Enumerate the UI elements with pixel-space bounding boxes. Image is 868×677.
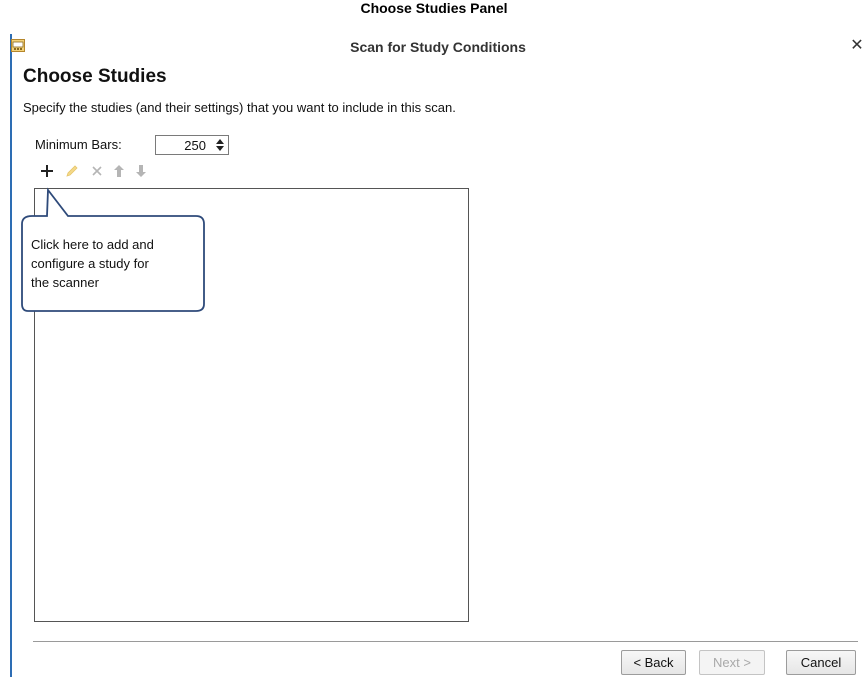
arrow-down-icon [136,165,146,177]
move-up-button[interactable] [109,161,129,181]
spinner-arrows-icon[interactable] [215,138,225,152]
callout-line: configure a study for [31,256,149,271]
page-description: Specify the studies (and their settings)… [23,100,456,115]
edit-study-button[interactable] [62,161,82,181]
window-title: Scan for Study Conditions [350,39,526,55]
add-study-button[interactable] [37,161,57,181]
pencil-icon [66,165,78,177]
remove-study-button[interactable] [87,161,107,181]
page-title: Choose Studies [23,66,167,87]
back-button[interactable]: < Back [621,650,686,675]
move-down-button[interactable] [131,161,151,181]
callout-line: the scanner [31,275,99,290]
footer-separator [33,641,858,642]
plus-icon [41,165,53,177]
minimum-bars-label: Minimum Bars: [35,137,122,152]
x-icon [92,166,102,176]
title-bar: Scan for Study Conditions ✕ [8,36,868,58]
callout-text: Click here to add and configure a study … [31,235,201,292]
cancel-button[interactable]: Cancel [786,650,856,675]
minimum-bars-value[interactable]: 250 [184,138,206,153]
callout-line: Click here to add and [31,237,154,252]
figure-caption: Choose Studies Panel [360,0,508,16]
minimum-bars-spinner[interactable]: 250 [155,135,229,155]
studies-toolbar [37,161,177,183]
close-button[interactable]: ✕ [848,37,866,55]
next-button[interactable]: Next > [699,650,765,675]
arrow-up-icon [114,165,124,177]
